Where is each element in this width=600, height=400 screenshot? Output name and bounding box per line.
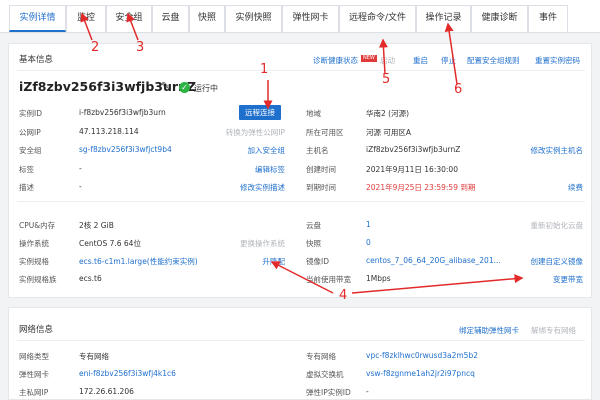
- annotation-label-3: 3: [136, 40, 145, 55]
- annotation-label-2: 2: [91, 40, 100, 55]
- annotation-label-4: 4: [339, 288, 348, 303]
- annotation-label-1: 1: [260, 62, 269, 77]
- annotation-arrow-3: [126, 12, 139, 41]
- annotation-arrow-6: [444, 22, 458, 85]
- annotation-arrow-4b: [351, 274, 524, 294]
- annotation-overlay: [80, 12, 524, 294]
- annotation-label-6: 6: [454, 82, 463, 97]
- annotation-arrow-5: [378, 38, 388, 75]
- annotation-arrow-4a: [270, 261, 334, 294]
- annotation-label-5: 5: [382, 72, 391, 87]
- annotation-arrow-2: [80, 12, 93, 41]
